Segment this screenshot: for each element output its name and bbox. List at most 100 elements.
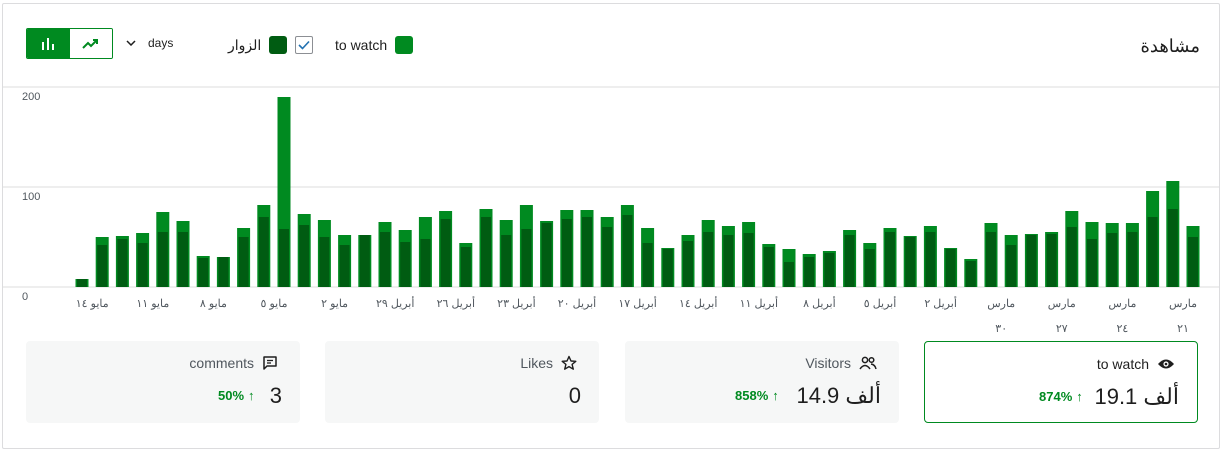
visitors-bar[interactable] <box>1107 233 1118 287</box>
card-likes-value: 0 <box>568 383 581 408</box>
x-tick-label: أبريل ٢٩ <box>376 296 414 310</box>
visitors-bar[interactable] <box>784 262 794 287</box>
visitors-bar[interactable] <box>1127 232 1138 287</box>
visitors-bar[interactable] <box>319 237 330 287</box>
x-tick-label: أبريل ٢٣ <box>497 296 535 310</box>
visitors-bar[interactable] <box>97 245 108 287</box>
card-visitors-delta-value: 858% <box>735 388 769 403</box>
visitors-bar[interactable] <box>77 279 87 287</box>
card-views-header: to watch <box>1097 356 1175 372</box>
x-tick-label-day: ٢٧ <box>1056 323 1068 335</box>
visitors-bar[interactable] <box>683 241 693 287</box>
card-comments-header: comments <box>189 355 278 371</box>
visitors-bar[interactable] <box>905 237 916 287</box>
x-tick-label: مايو ١٤ <box>76 298 109 310</box>
card-views[interactable]: to watch 19.1 ألف 874% ↑ <box>924 341 1198 423</box>
comment-icon <box>263 356 277 370</box>
visitors-bar[interactable] <box>986 232 996 287</box>
y-tick-label: 200 <box>22 91 40 103</box>
x-tick-label-day: ٢١ <box>1177 323 1189 335</box>
card-visitors-header: Visitors <box>805 355 877 371</box>
visitors-bar[interactable] <box>945 249 956 287</box>
visitors-bar[interactable] <box>561 219 572 287</box>
card-likes[interactable]: Likes 0 <box>325 341 599 423</box>
y-tick-label: 0 <box>22 291 28 303</box>
visitors-bar[interactable] <box>460 247 471 287</box>
star-icon <box>561 355 577 370</box>
x-tick-label: مارس <box>1048 298 1076 310</box>
x-tick-label: أبريل ٥ <box>864 296 897 310</box>
visitors-bar[interactable] <box>723 235 734 287</box>
visitors-bar[interactable] <box>1026 235 1037 287</box>
visitors-bar[interactable] <box>925 232 936 287</box>
visitors-bar[interactable] <box>501 235 512 287</box>
visitors-bar[interactable] <box>117 239 128 287</box>
x-tick-label: أبريل ١٧ <box>618 296 656 310</box>
visitors-bar[interactable] <box>1006 245 1017 287</box>
visitors-bar[interactable] <box>622 215 633 287</box>
x-tick-label: أبريل ٢ <box>924 296 957 310</box>
x-tick-label-day: ٣٠ <box>995 323 1007 335</box>
visitors-bar[interactable] <box>440 219 451 287</box>
visitors-bar[interactable] <box>258 217 269 287</box>
visitors-bar[interactable] <box>157 232 168 287</box>
x-tick-label: مارس <box>1108 298 1136 310</box>
visitors-bar[interactable] <box>1188 237 1198 287</box>
visitors-bar[interactable] <box>279 229 289 287</box>
visitors-bar[interactable] <box>582 217 592 287</box>
x-tick-label: أبريل ٢٦ <box>437 296 475 310</box>
visitors-bar[interactable] <box>178 232 188 287</box>
card-comments[interactable]: comments 3 50% ↑ <box>26 341 300 423</box>
card-views-label: to watch <box>1096 356 1149 372</box>
visitors-bar[interactable] <box>380 232 390 287</box>
x-tick-label: أبريل ٨ <box>803 296 836 310</box>
visitors-bar[interactable] <box>703 232 714 287</box>
x-tick-label-day: ٢٤ <box>1116 323 1128 335</box>
card-visitors-label: Visitors <box>805 355 851 371</box>
visitors-bar[interactable] <box>218 257 229 287</box>
card-visitors-delta: 858% ↑ <box>735 388 779 403</box>
visitors-bar[interactable] <box>299 225 310 287</box>
card-views-delta: 874% ↑ <box>1039 389 1083 404</box>
visitors-bar[interactable] <box>1066 227 1077 287</box>
eye-icon <box>1158 359 1174 369</box>
visitors-bar[interactable] <box>885 232 895 287</box>
x-tick-label: أبريل ١١ <box>740 296 778 310</box>
visitors-bar[interactable] <box>1046 234 1057 287</box>
visitors-bar[interactable] <box>864 249 875 287</box>
x-tick-label: مايو ٢ <box>321 298 348 310</box>
x-tick-label: مايو ١١ <box>136 298 169 310</box>
visitors-bar[interactable] <box>662 249 673 287</box>
visitors-bar[interactable] <box>339 245 350 287</box>
visitors-bar[interactable] <box>804 257 815 287</box>
visitors-bar[interactable] <box>359 235 370 287</box>
arrow-up-icon: ↑ <box>1076 389 1083 404</box>
x-tick-label: مارس <box>987 298 1015 310</box>
card-visitors[interactable]: Visitors 14.9 ألف 858% ↑ <box>625 341 899 423</box>
y-tick-label: 100 <box>22 191 40 203</box>
visitors-bar[interactable] <box>1167 209 1178 287</box>
visitors-bar[interactable] <box>137 243 148 287</box>
arrow-up-icon: ↑ <box>248 388 255 403</box>
visitors-bar[interactable] <box>965 261 976 287</box>
visitors-bar[interactable] <box>420 239 431 287</box>
card-comments-delta-value: 50% <box>218 388 245 403</box>
visitors-bar[interactable] <box>541 223 552 287</box>
x-tick-label: أبريل ٢٠ <box>558 296 596 310</box>
visitors-bar[interactable] <box>602 227 613 287</box>
x-tick-label: مايو ٨ <box>200 298 227 310</box>
visitors-bar[interactable] <box>763 247 774 287</box>
visitors-bar[interactable] <box>844 235 855 287</box>
visitors-bar[interactable] <box>642 243 653 287</box>
visitors-bar[interactable] <box>521 229 532 287</box>
visitors-bar[interactable] <box>1087 239 1097 287</box>
arrow-up-icon: ↑ <box>772 388 779 403</box>
x-tick-label: أبريل ١٤ <box>679 296 717 310</box>
visitors-bar[interactable] <box>824 253 835 287</box>
visitors-bar[interactable] <box>400 242 411 287</box>
visitors-bar[interactable] <box>198 258 209 287</box>
visitors-bar[interactable] <box>743 233 754 287</box>
visitors-bar[interactable] <box>238 237 249 287</box>
visitors-bar[interactable] <box>481 217 491 287</box>
visitors-bar[interactable] <box>1147 217 1158 287</box>
